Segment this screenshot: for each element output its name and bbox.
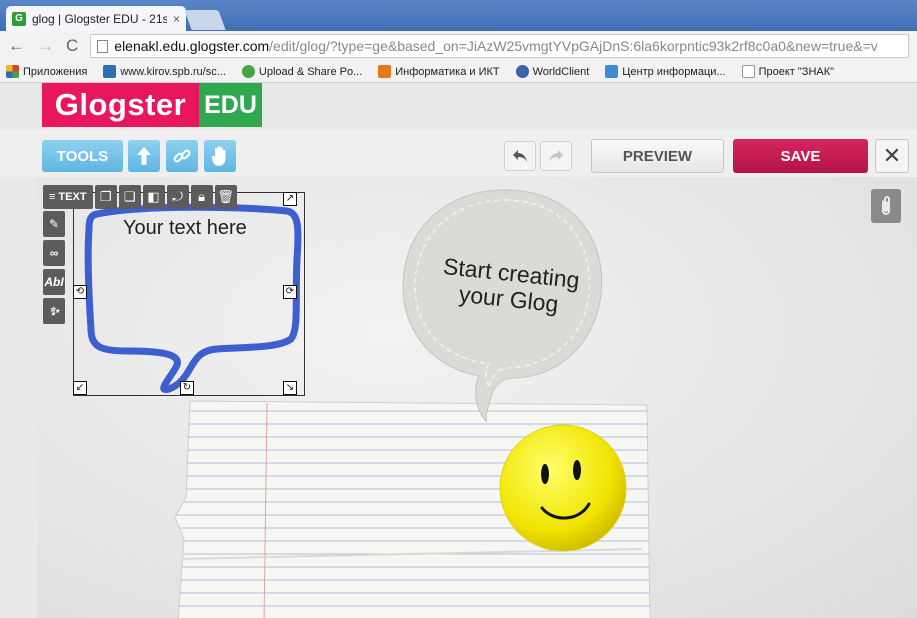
bookmark-label: Upload & Share Po... (258, 65, 363, 78)
browser-tabstrip: G glog | Glogster EDU - 21st × (0, 0, 917, 31)
trash-icon[interactable]: 🗑︎ (214, 185, 237, 209)
save-button[interactable]: SAVE (733, 139, 868, 173)
redo-icon[interactable] (540, 141, 572, 171)
bookmark-label: Приложения (23, 65, 88, 78)
editor-toolbar: TOOLS PREVIEW SAVE ✕ (0, 129, 917, 177)
bookmark-upload-share[interactable]: Upload & Share Po... (241, 65, 363, 78)
browser-tab[interactable]: G glog | Glogster EDU - 21st × (6, 6, 186, 31)
undo-icon[interactable] (504, 141, 536, 171)
page-icon (741, 65, 755, 78)
text-lines-icon: ≡ (49, 191, 56, 203)
bookmark-label: Информатика и ИКТ (395, 65, 500, 78)
glogster-app: Glogster EDU TOOLS PREVIEW SAVE ✕ Start … (0, 83, 917, 618)
url-host: elenakl.edu.glogster.com (114, 38, 270, 54)
apps-grid-icon (6, 65, 19, 78)
url-path: /edit/glog/?type=ge&based_on=JiAzW25vmgt… (269, 38, 878, 54)
upload-share-icon (241, 65, 255, 78)
address-bar[interactable]: elenakl.edu.glogster.com /edit/glog/?typ… (90, 34, 909, 58)
tab-close-icon[interactable]: × (173, 12, 180, 26)
element-edit-bar: ≡ TEXT ❐ ❏ ◧ ⤾ 🔒︎ 🗑︎ (43, 185, 237, 209)
element-side-tools: ✎ ∞ AbI ✨︎ (43, 211, 65, 324)
bookmark-apps[interactable]: Приложения (6, 65, 87, 78)
magic-wand-icon[interactable]: ✨︎ (43, 298, 65, 324)
bookmark-label: Центр информаци... (622, 65, 726, 78)
tab-title: glog | Glogster EDU - 21st (32, 11, 167, 26)
resize-bottom-right-handle-icon[interactable]: ↘ (283, 381, 297, 395)
link-icon[interactable] (166, 140, 198, 172)
smiley-face-icon[interactable] (497, 422, 629, 554)
bookmark-label: www.kirov.spb.ru/sc... (120, 65, 226, 78)
preview-button[interactable]: PREVIEW (591, 139, 724, 173)
lock-icon[interactable]: 🔒︎ (190, 185, 213, 209)
resize-top-right-handle-icon[interactable]: ↗ (283, 192, 297, 206)
rotate-icon[interactable]: ⤾ (166, 185, 189, 209)
new-tab-button[interactable] (184, 10, 226, 30)
bookmark-kirov[interactable]: www.kirov.spb.ru/sc... (103, 65, 226, 78)
text-tool-label: TEXT (58, 191, 87, 203)
bookmark-label: Проект "ЗНАК" (758, 65, 835, 78)
paperclip-icon[interactable] (871, 189, 901, 223)
hand-pan-icon[interactable] (204, 140, 236, 172)
bookmark-label: WorldClient (532, 65, 590, 78)
app-header: Glogster EDU (0, 83, 917, 129)
blogger-icon (378, 65, 392, 78)
layer-front-icon[interactable]: ◧ (142, 185, 165, 209)
browser-navbar: ← → C elenakl.edu.glogster.com /edit/glo… (0, 31, 917, 61)
kirov-site-icon (103, 65, 117, 78)
back-icon[interactable]: ← (8, 36, 25, 56)
screen: G glog | Glogster EDU - 21st × ← → C ele… (0, 0, 917, 618)
bring-forward-icon[interactable]: ❐ (94, 185, 117, 209)
rotate-right-handle-icon[interactable]: ⟳ (283, 285, 297, 299)
bookmark-informatika[interactable]: Информатика и ИКТ (378, 65, 500, 78)
bookmark-worldclient[interactable]: WorldClient (515, 65, 590, 78)
selection-box[interactable]: ⟲ ⟳ ↙ ↻ ↘ ↗ (73, 192, 305, 396)
text-tool-button[interactable]: ≡ TEXT (43, 185, 93, 209)
send-backward-icon[interactable]: ❏ (118, 185, 141, 209)
rotate-bottom-handle-icon[interactable]: ↻ (180, 381, 194, 395)
close-editor-button[interactable]: ✕ (875, 139, 909, 173)
link-icon[interactable]: ∞ (43, 240, 65, 266)
reload-icon[interactable]: C (66, 36, 78, 56)
worldclient-icon (515, 65, 529, 78)
glogster-favicon-icon: G (12, 11, 26, 26)
bookmarks-bar: Приложения www.kirov.spb.ru/sc... Upload… (0, 61, 917, 83)
brush-icon[interactable]: ✎ (43, 211, 65, 237)
glogster-logo[interactable]: Glogster (42, 83, 199, 127)
page-icon (97, 39, 109, 53)
tools-button[interactable]: TOOLS (42, 140, 123, 172)
font-style-button[interactable]: AbI (43, 269, 65, 295)
upload-arrow-icon[interactable] (128, 140, 160, 172)
forward-icon[interactable]: → (37, 36, 54, 56)
center-info-icon (605, 65, 619, 78)
bookmark-project-znak[interactable]: Проект "ЗНАК" (741, 65, 835, 78)
glog-canvas[interactable]: Start creating your Glog Your text here … (37, 177, 917, 618)
rotate-left-handle-icon[interactable]: ⟲ (73, 285, 87, 299)
bookmark-center-info[interactable]: Центр информаци... (605, 65, 726, 78)
edu-logo: EDU (199, 83, 262, 127)
resize-bottom-left-handle-icon[interactable]: ↙ (73, 381, 87, 395)
